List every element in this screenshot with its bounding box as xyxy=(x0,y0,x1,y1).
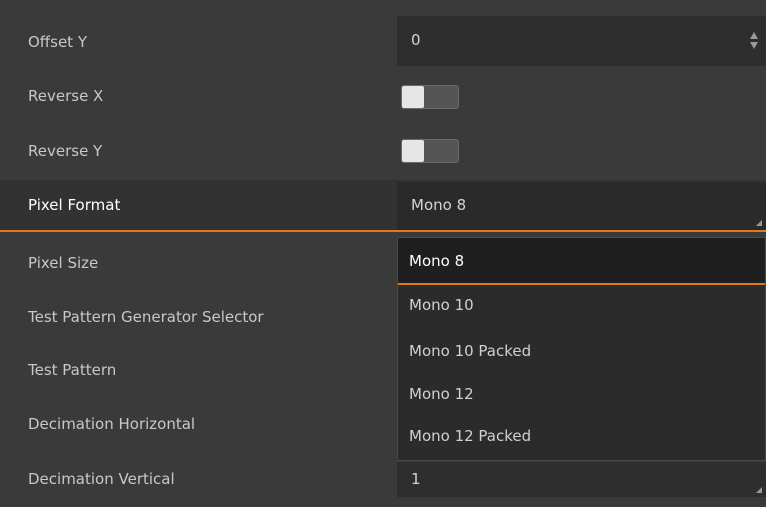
decimation-vertical-input[interactable]: 1 xyxy=(397,462,766,497)
reverse-y-toggle[interactable] xyxy=(401,139,459,163)
pixel-format-value: Mono 8 xyxy=(411,196,467,214)
dropdown-option-label: Mono 10 Packed xyxy=(409,342,532,360)
reverse-x-toggle[interactable] xyxy=(401,85,459,109)
decimation-horizontal-label: Decimation Horizontal xyxy=(28,415,196,433)
decimation-vertical-label: Decimation Vertical xyxy=(28,470,175,488)
offset-y-input[interactable]: 0 xyxy=(397,16,766,66)
row-reverse-y: Reverse Y xyxy=(0,125,766,179)
dropdown-corner-icon xyxy=(756,487,762,493)
dropdown-corner-icon xyxy=(756,220,762,226)
toggle-knob xyxy=(402,86,424,108)
pixel-format-dropdown-list: Mono 8 Mono 10 Mono 10 Packed Mono 12 Mo… xyxy=(397,237,766,461)
toggle-knob xyxy=(402,140,424,162)
selection-underline xyxy=(0,230,766,232)
offset-y-value: 0 xyxy=(411,31,421,49)
pixel-format-label: Pixel Format xyxy=(28,196,121,214)
decimation-vertical-value: 1 xyxy=(411,470,421,488)
dropdown-option-mono-12-packed[interactable]: Mono 12 Packed xyxy=(398,417,765,461)
dropdown-option-label: Mono 12 Packed xyxy=(409,427,532,445)
spinner-arrows-icon[interactable] xyxy=(750,32,758,50)
dropdown-option-mono-8[interactable]: Mono 8 xyxy=(398,238,765,283)
pixel-size-label: Pixel Size xyxy=(28,254,99,272)
offset-y-label: Offset Y xyxy=(28,33,87,51)
dropdown-option-label: Mono 8 xyxy=(409,252,465,270)
dropdown-option-label: Mono 12 xyxy=(409,385,474,403)
dropdown-option-label: Mono 10 xyxy=(409,296,474,314)
dropdown-option-mono-10-packed[interactable]: Mono 10 Packed xyxy=(398,329,765,373)
reverse-x-label: Reverse X xyxy=(28,87,104,105)
row-reverse-x: Reverse X xyxy=(0,70,766,124)
reverse-y-label: Reverse Y xyxy=(28,142,103,160)
dropdown-option-mono-10[interactable]: Mono 10 xyxy=(398,285,765,329)
dropdown-option-mono-12[interactable]: Mono 12 xyxy=(398,373,765,417)
test-pattern-label: Test Pattern xyxy=(28,361,117,379)
test-pattern-generator-selector-label: Test Pattern Generator Selector xyxy=(28,308,264,326)
pixel-format-select[interactable]: Mono 8 xyxy=(397,182,766,230)
